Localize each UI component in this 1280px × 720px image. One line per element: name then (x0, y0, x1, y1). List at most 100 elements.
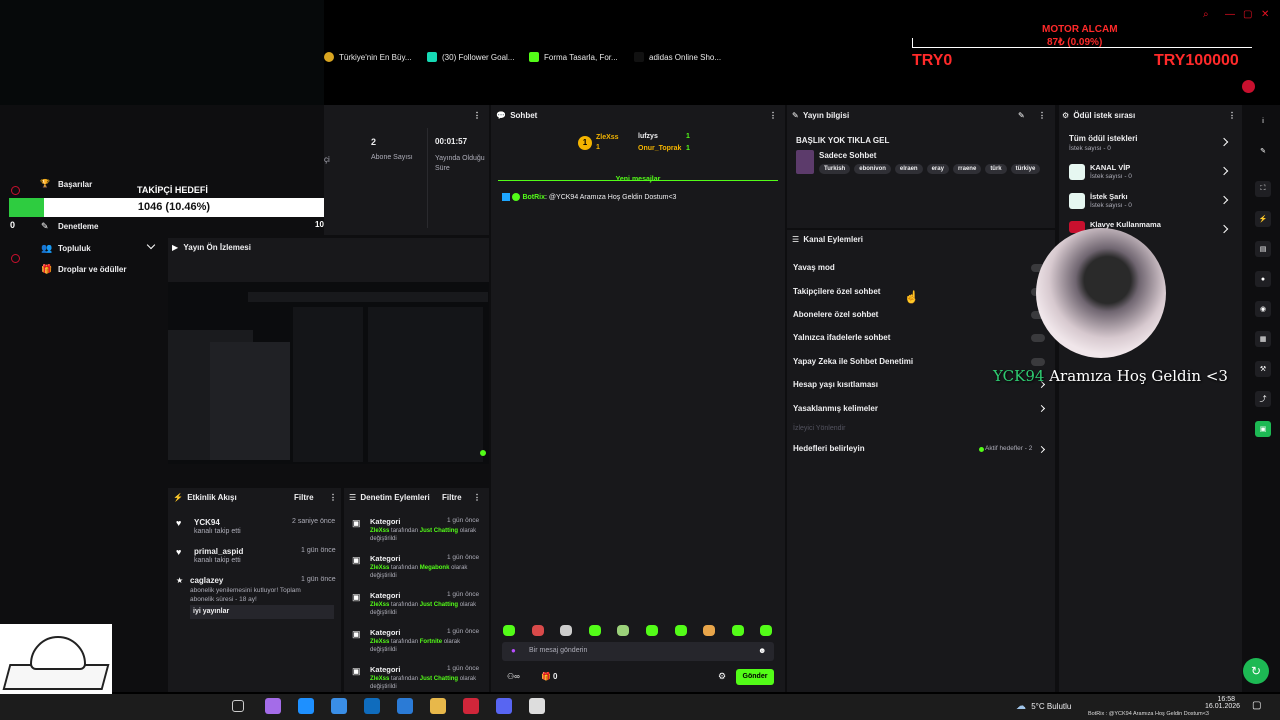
bolt-icon[interactable]: ⚡ (1255, 211, 1271, 227)
reward-item[interactable]: İstek Şarkı İstek sayısı - 0 (1069, 192, 1234, 214)
activity-message-box: iyi yayınlar (190, 605, 334, 619)
weather-widget[interactable]: ☁ 5°C Bulutlu (1016, 701, 1071, 712)
channel-action-item[interactable]: Takipçilere özel sohbet (793, 287, 1051, 299)
star-icon: ★ (176, 576, 184, 585)
all-rewards-row[interactable]: Tüm ödül istekleri İstek sayısı - 0 (1069, 134, 1234, 156)
reward-item[interactable]: KANAL VİP İstek sayısı - 0 (1069, 163, 1234, 185)
opera-icon[interactable] (463, 698, 479, 714)
emoji-icon[interactable]: ☻ (758, 646, 766, 655)
channel-action-item[interactable]: Yavaş mod (793, 263, 1051, 275)
tag[interactable]: rraene (952, 164, 982, 174)
emote-icon[interactable] (503, 625, 515, 636)
cloud-icon: ☁ (1016, 701, 1026, 712)
tag[interactable]: eray (926, 164, 949, 174)
bookmark-3[interactable]: Forma Tasarla, For... (529, 52, 618, 62)
moderation-kebab-icon[interactable]: ⋮ (473, 493, 481, 502)
outlook-icon[interactable] (364, 698, 380, 714)
chat-input[interactable]: ● Bir mesaj gönderin ☻ (502, 642, 774, 661)
chat-icon[interactable]: ● (1255, 271, 1271, 287)
info-icon[interactable]: i (1255, 113, 1271, 129)
stats-partial-label: çi (324, 155, 330, 164)
discord-icon[interactable] (496, 698, 512, 714)
chat-fab-icon[interactable]: ↻ (1243, 658, 1269, 684)
channel-actions-header: ☰ Kanal Eylemleri (792, 235, 863, 244)
subs-label: Abone Sayısı (371, 154, 413, 161)
chat-message: BotRix: @YCK94 Aramıza Hoş Geldin Dostum… (502, 192, 782, 201)
expand-icon[interactable]: ⛶ (1255, 181, 1271, 197)
mouse-cursor-icon: ☝ (904, 290, 919, 304)
list-icon[interactable]: ▤ (1255, 241, 1271, 257)
obs-icon[interactable] (529, 698, 545, 714)
welcome-alert: YCK94 Aramıza Hoş Geldin <3 (993, 367, 1228, 385)
bookmark-1[interactable]: Türkiye'nin En Büy... (324, 52, 412, 62)
stack-icon[interactable]: ▦ (1255, 331, 1271, 347)
follower-goal-bar: 1046 (10.46%) (9, 198, 339, 217)
activity-filter-button[interactable]: Filtre (294, 493, 314, 502)
heart-icon: ♥ (176, 547, 182, 557)
notification-icon[interactable]: ▢ (1252, 700, 1261, 711)
emote-icon[interactable] (760, 625, 773, 636)
settings-gear-icon[interactable]: ⚙ (718, 671, 726, 682)
task-view-icon[interactable] (232, 700, 244, 712)
record-icon (1242, 80, 1255, 93)
tag[interactable]: türkiye (1010, 164, 1041, 174)
maximize-icon[interactable]: ▢ (1243, 9, 1252, 20)
close-icon[interactable]: ✕ (1261, 9, 1269, 20)
emote-icon[interactable] (674, 625, 687, 636)
tag[interactable]: Turkish (819, 164, 851, 174)
calendar-icon: ▣ (352, 555, 361, 565)
gift-icon[interactable]: 🎁 (541, 672, 551, 681)
goals-row[interactable]: Hedefleri belirleyin Aktif hedefler - 2 (787, 444, 1049, 456)
vscode-icon[interactable] (397, 698, 413, 714)
preview-live-dot (480, 450, 486, 456)
chat-kebab-icon[interactable]: ⋮ (769, 111, 777, 120)
toggle-switch[interactable] (1031, 358, 1045, 366)
calendar-icon[interactable]: ▣ (1255, 421, 1271, 437)
category-name[interactable]: Sadece Sohbet (819, 151, 876, 160)
stream-preview[interactable] (168, 282, 489, 464)
pencil-icon[interactable]: ✎ (1255, 143, 1271, 159)
bolt-icon: ⚡ (173, 493, 183, 502)
store-icon[interactable] (331, 698, 347, 714)
stream-info-kebab-icon[interactable]: ⋮ (1038, 111, 1046, 120)
rail-icon-2[interactable] (11, 254, 20, 263)
toggle-switch[interactable] (1031, 334, 1045, 342)
stats-kebab-icon[interactable]: ⋮ (473, 111, 481, 120)
emote-icon[interactable] (617, 625, 630, 636)
tag[interactable]: elraen (894, 164, 923, 174)
follower-goal-title: TAKİPÇİ HEDEFİ (137, 185, 208, 195)
preview-header: ▶ Yayın Ön İzlemesi (172, 243, 251, 252)
clock[interactable]: 16:58 16.01.2026 (1205, 696, 1240, 710)
bot-badge-icon (502, 192, 510, 201)
explorer-icon[interactable] (430, 698, 446, 714)
emote-icon[interactable] (560, 625, 573, 636)
rail-icon-1[interactable] (11, 186, 20, 195)
edit-icon[interactable]: ✎ (1018, 111, 1025, 120)
tag[interactable]: ebonivon (854, 164, 891, 174)
channel-action-item[interactable]: Abonelere özel sohbet (793, 310, 1051, 322)
activity-kebab-icon[interactable]: ⋮ (329, 493, 337, 502)
bookmark-4[interactable]: adidas Online Sho... (634, 52, 721, 62)
radio-icon[interactable]: ◉ (1255, 301, 1271, 317)
copilot-icon[interactable] (265, 698, 281, 714)
emote-icon[interactable] (731, 625, 744, 636)
bookmark-2[interactable]: (30) Follower Goal... (427, 52, 514, 62)
share-icon[interactable]: ⤴ (1255, 391, 1271, 407)
channel-action-item[interactable]: Yasaklanmış kelimeler (793, 404, 1051, 416)
minimize-icon[interactable]: — (1225, 9, 1235, 20)
emote-icon[interactable] (531, 625, 544, 636)
search-icon[interactable]: ⌕ (1203, 9, 1209, 20)
send-button[interactable]: Gönder (736, 669, 774, 685)
emote-icon[interactable] (588, 625, 601, 636)
edge-icon[interactable] (298, 698, 314, 714)
users-icon[interactable]: ⚇∞ (507, 672, 520, 681)
calendar-icon: ▣ (352, 629, 361, 639)
moderation-filter-button[interactable]: Filtre (442, 493, 462, 502)
emote-icon[interactable] (703, 625, 716, 636)
tag[interactable]: türk (985, 164, 1007, 174)
emote-icon[interactable] (646, 625, 658, 636)
wrench-icon[interactable]: ⚒ (1255, 361, 1271, 377)
preview-inner-panel-2 (210, 342, 290, 460)
channel-action-item[interactable]: Yalnızca ifadelerle sohbet (793, 333, 1051, 345)
rewards-kebab-icon[interactable]: ⋮ (1228, 111, 1236, 120)
